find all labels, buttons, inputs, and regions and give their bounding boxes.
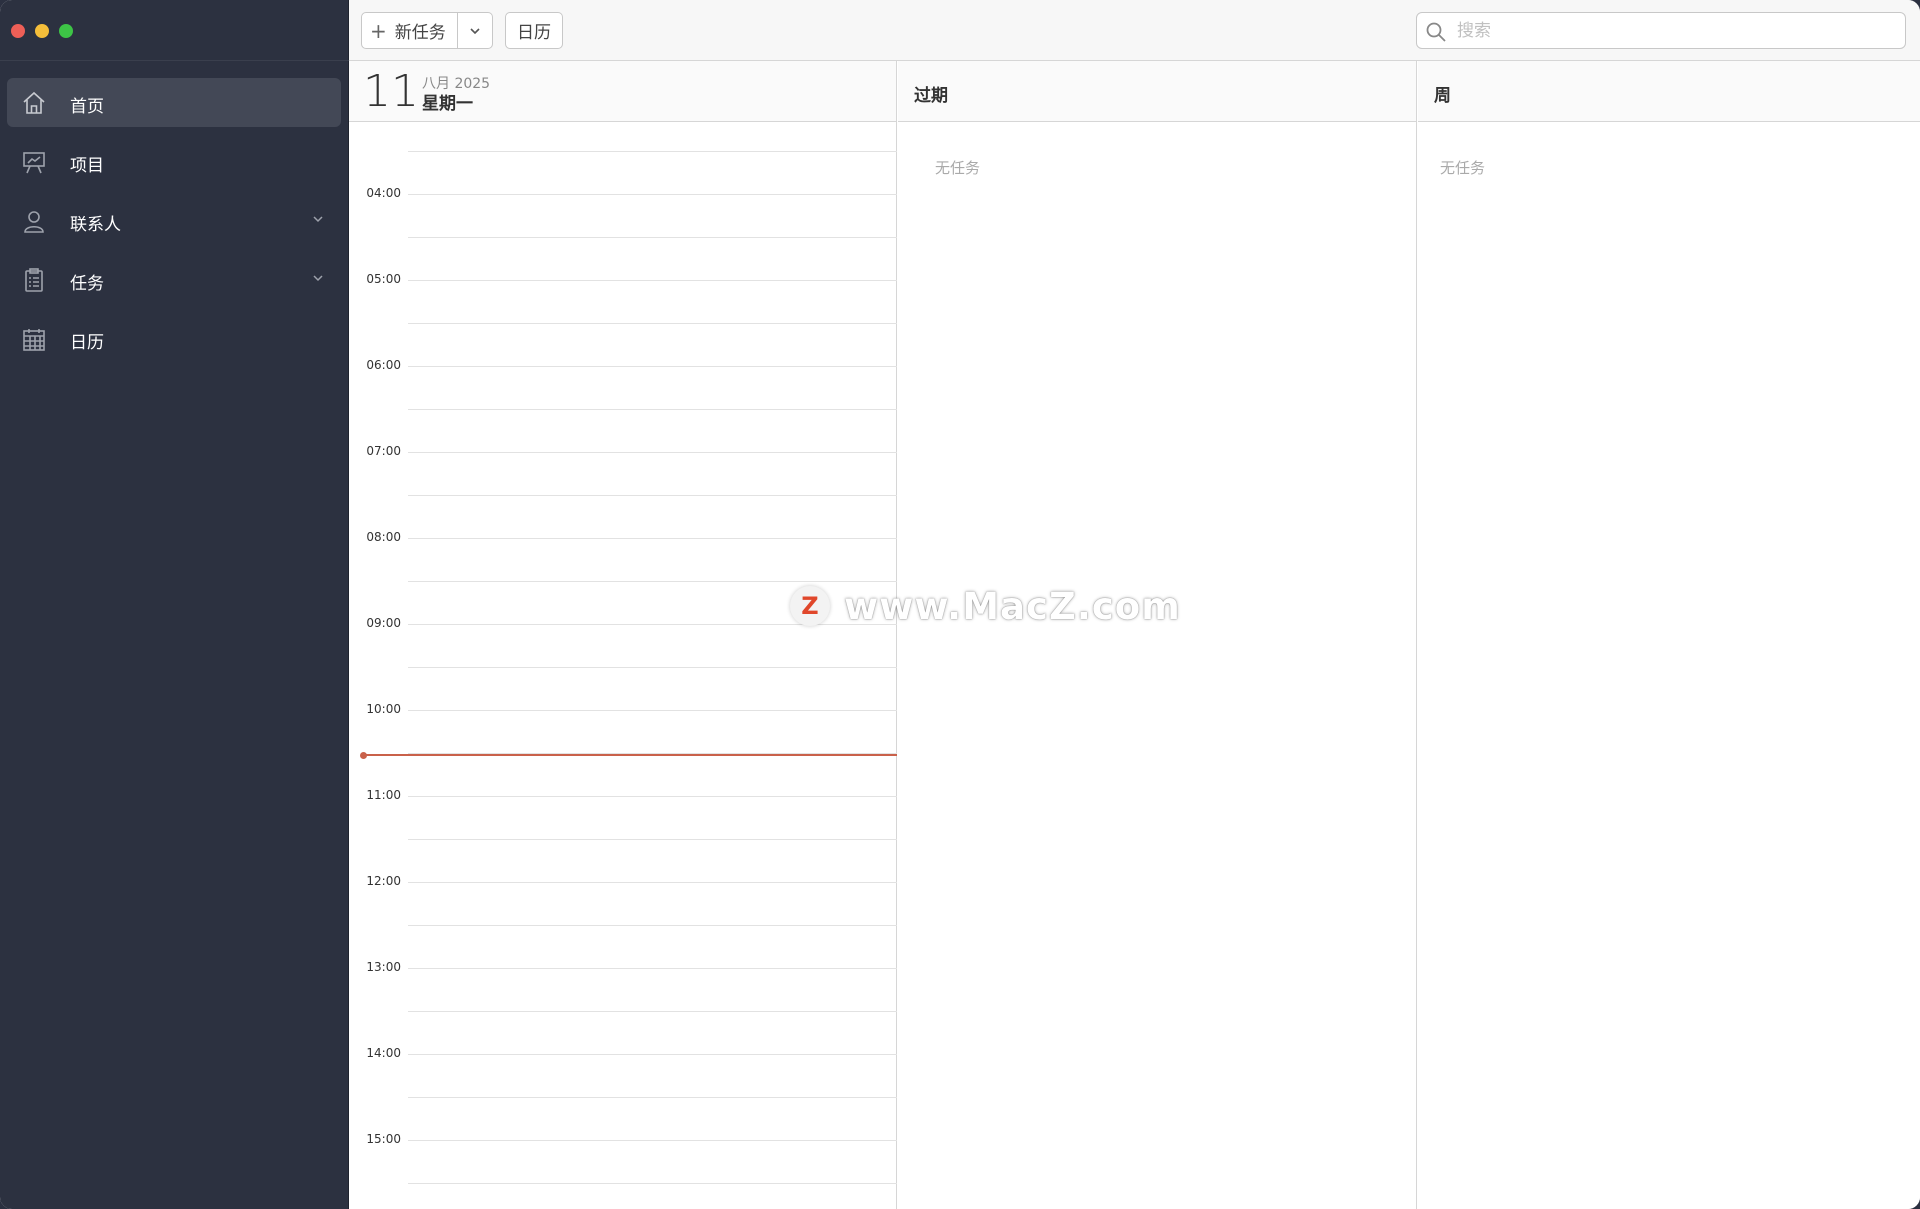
half-hour-line — [408, 1011, 897, 1012]
current-time-dot — [360, 751, 367, 759]
half-hour-line — [408, 925, 897, 926]
hour-line — [408, 194, 897, 195]
home-icon — [23, 91, 45, 114]
hour-line — [408, 710, 897, 711]
sidebar-item-calendar[interactable]: 日历 — [7, 314, 341, 363]
sidebar-nav: 首页 项目 联系人 任务 日历 — [7, 78, 341, 373]
half-hour-line — [408, 581, 897, 582]
sidebar-item-tasks[interactable]: 任务 — [7, 255, 341, 304]
search-field[interactable] — [1416, 12, 1906, 49]
chevron-down-icon[interactable] — [311, 212, 325, 226]
new-task-label: 新任务 — [394, 23, 446, 43]
half-hour-line — [408, 151, 897, 152]
half-hour-line — [408, 839, 897, 840]
hour-line — [408, 882, 897, 883]
sidebar: 首页 项目 联系人 任务 日历 — [0, 0, 349, 1209]
sidebar-item-label: 任务 — [70, 274, 104, 294]
overdue-title: 过期 — [914, 86, 948, 106]
half-hour-line — [408, 667, 897, 668]
hour-line — [408, 1054, 897, 1055]
presentation-icon — [23, 152, 45, 174]
hour-label: 06:00 — [366, 358, 401, 372]
person-icon — [24, 211, 44, 233]
new-task-button[interactable]: + 新任务 — [361, 12, 458, 49]
app-window: 首页 项目 联系人 任务 日历 + 新任务 日历 搜索 11 八月 2025 星… — [0, 0, 1920, 1209]
week-column: 周 无任务 — [1418, 61, 1920, 1209]
current-time-line — [363, 754, 897, 756]
overdue-header: 过期 — [898, 61, 1416, 122]
hour-line — [408, 1140, 897, 1141]
hour-line — [408, 796, 897, 797]
hour-line — [408, 968, 897, 969]
hour-label: 05:00 — [366, 272, 401, 286]
sidebar-item-label: 日历 — [70, 333, 104, 353]
half-hour-line — [408, 1183, 897, 1184]
half-hour-line — [408, 323, 897, 324]
day-number: 11 — [363, 66, 419, 117]
hour-label: 12:00 — [366, 874, 401, 888]
sidebar-item-contacts[interactable]: 联系人 — [7, 196, 341, 245]
day-column: 11 八月 2025 星期一 04:00 05:00 06:00 07:00 08:00… — [349, 61, 897, 1209]
sidebar-item-home[interactable]: 首页 — [7, 78, 341, 127]
half-hour-line — [408, 1097, 897, 1098]
hour-line — [408, 538, 897, 539]
hour-label: 14:00 — [366, 1046, 401, 1060]
week-header: 周 — [1418, 61, 1920, 122]
hour-line — [408, 366, 897, 367]
overdue-column: 过期 无任务 — [898, 61, 1417, 1209]
half-hour-line — [408, 495, 897, 496]
sidebar-item-label: 项目 — [70, 156, 104, 176]
half-hour-line — [408, 237, 897, 238]
sidebar-item-label: 联系人 — [70, 215, 121, 235]
hour-label: 11:00 — [366, 788, 401, 802]
day-header: 11 八月 2025 星期一 — [349, 61, 896, 122]
week-title: 周 — [1434, 86, 1451, 106]
half-hour-line — [408, 409, 897, 410]
watermark: Z www.MacZ.com — [790, 584, 1181, 628]
hour-line — [408, 452, 897, 453]
chevron-down-icon — [470, 27, 480, 34]
overdue-empty-text: 无任务 — [935, 159, 981, 177]
calendar-button[interactable]: 日历 — [505, 12, 563, 49]
hour-label: 04:00 — [366, 186, 401, 200]
sidebar-item-projects[interactable]: 项目 — [7, 137, 341, 186]
hour-label: 13:00 — [366, 960, 401, 974]
minimize-window-button[interactable] — [35, 24, 49, 38]
hour-line — [408, 280, 897, 281]
toolbar: + 新任务 日历 — [349, 0, 1920, 61]
sidebar-titlebar — [0, 0, 349, 61]
watermark-logo: Z — [790, 586, 830, 626]
day-timeline[interactable]: 04:00 05:00 06:00 07:00 08:00 09:00 10:00 11:00… — [349, 122, 897, 1209]
hour-label: 09:00 — [366, 616, 401, 630]
calendar-icon — [23, 329, 45, 351]
zoom-window-button[interactable] — [59, 24, 73, 38]
sidebar-item-label: 首页 — [70, 97, 104, 117]
hour-label: 10:00 — [366, 702, 401, 716]
day-weekday: 星期一 — [422, 94, 473, 114]
calendar-button-label: 日历 — [517, 23, 551, 43]
hour-label: 07:00 — [366, 444, 401, 458]
plus-icon: + — [370, 18, 387, 43]
hour-label: 15:00 — [366, 1132, 401, 1146]
new-task-dropdown-button[interactable] — [457, 12, 493, 49]
close-window-button[interactable] — [11, 24, 25, 38]
watermark-text: www.MacZ.com — [844, 584, 1181, 628]
search-icon — [1426, 22, 1446, 42]
search-input[interactable] — [1457, 17, 1887, 45]
main-content: 11 八月 2025 星期一 04:00 05:00 06:00 07:00 08:00… — [349, 61, 1920, 1209]
week-empty-text: 无任务 — [1440, 159, 1486, 177]
hour-label: 08:00 — [366, 530, 401, 544]
clipboard-icon — [25, 268, 43, 292]
chevron-down-icon[interactable] — [311, 271, 325, 285]
